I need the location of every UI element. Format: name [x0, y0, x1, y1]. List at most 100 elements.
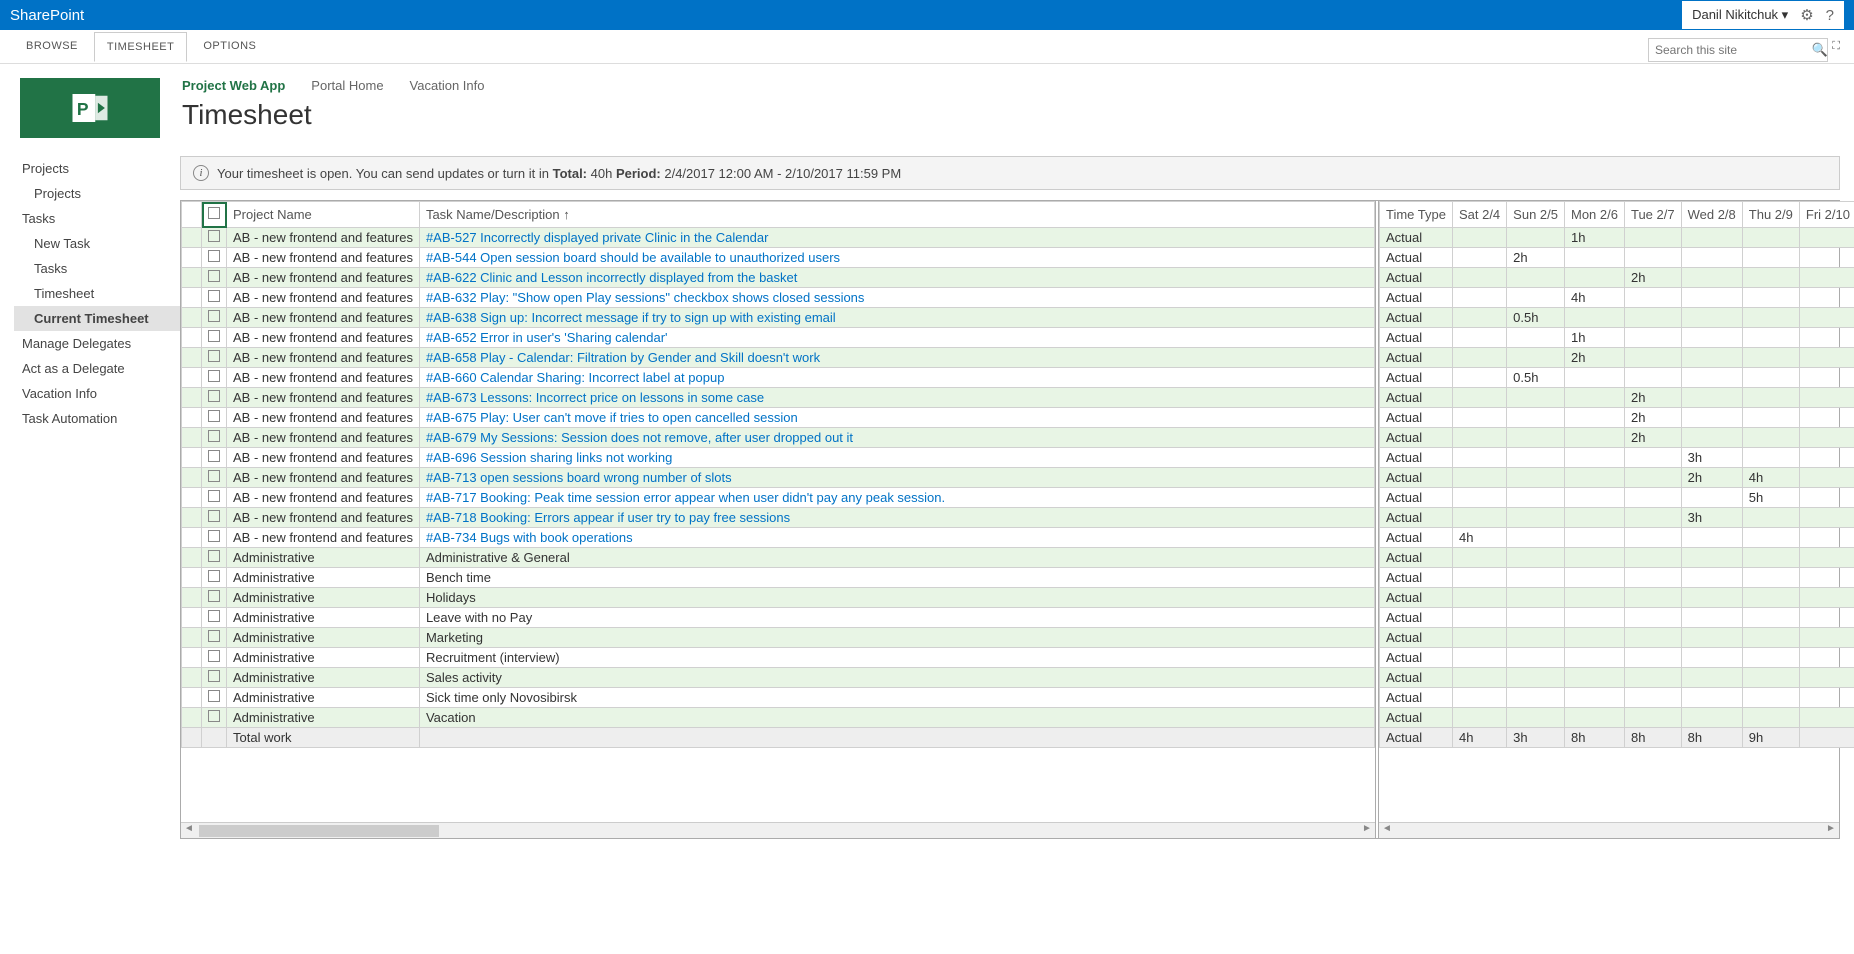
hour-cell[interactable]	[1624, 708, 1681, 728]
project-cell[interactable]: AB - new frontend and features	[227, 328, 420, 348]
hour-cell[interactable]	[1452, 628, 1506, 648]
ribbon-tab-timesheet[interactable]: TIMESHEET	[94, 32, 187, 62]
expand-cell[interactable]	[182, 228, 202, 248]
scroll-left-icon[interactable]: ◄	[181, 823, 197, 838]
hour-cell[interactable]	[1681, 228, 1742, 248]
hour-cell[interactable]	[1565, 268, 1625, 288]
row-checkbox-cell[interactable]	[202, 588, 227, 608]
table-row[interactable]: AB - new frontend and features#AB-652 Er…	[182, 328, 1375, 348]
hour-cell[interactable]	[1799, 388, 1854, 408]
expand-cell[interactable]	[182, 628, 202, 648]
hour-cell[interactable]	[1681, 708, 1742, 728]
hour-cell[interactable]	[1507, 528, 1565, 548]
hour-cell[interactable]	[1565, 248, 1625, 268]
hour-cell[interactable]	[1507, 708, 1565, 728]
task-cell[interactable]: #AB-658 Play - Calendar: Filtration by G…	[419, 348, 1374, 368]
hour-cell[interactable]	[1742, 428, 1799, 448]
hour-cell[interactable]	[1507, 608, 1565, 628]
hour-cell[interactable]	[1799, 268, 1854, 288]
row-checkbox-cell[interactable]	[202, 428, 227, 448]
task-cell[interactable]: Recruitment (interview)	[419, 648, 1374, 668]
hour-cell[interactable]	[1799, 328, 1854, 348]
nav-item[interactable]: Projects	[14, 156, 180, 181]
hour-cell[interactable]	[1624, 568, 1681, 588]
hour-cell[interactable]	[1681, 268, 1742, 288]
task-cell[interactable]: #AB-652 Error in user's 'Sharing calenda…	[419, 328, 1374, 348]
hour-cell[interactable]	[1799, 508, 1854, 528]
hour-cell[interactable]	[1742, 408, 1799, 428]
hour-cell[interactable]	[1681, 628, 1742, 648]
table-row[interactable]: AB - new frontend and features#AB-658 Pl…	[182, 348, 1375, 368]
task-cell[interactable]: #AB-544 Open session board should be ava…	[419, 248, 1374, 268]
table-row[interactable]: Actual	[1380, 588, 1854, 608]
timetype-cell[interactable]: Actual	[1380, 708, 1453, 728]
row-checkbox-cell[interactable]	[202, 448, 227, 468]
row-checkbox-cell[interactable]	[202, 608, 227, 628]
timetype-header[interactable]: Time Type	[1380, 202, 1453, 228]
hour-cell[interactable]	[1799, 528, 1854, 548]
gear-icon[interactable]: ⚙	[1800, 6, 1813, 24]
hour-cell[interactable]	[1681, 608, 1742, 628]
task-cell[interactable]: Sales activity	[419, 668, 1374, 688]
row-checkbox-cell[interactable]	[202, 468, 227, 488]
project-cell[interactable]: Administrative	[227, 548, 420, 568]
hour-cell[interactable]: 3h	[1681, 508, 1742, 528]
project-cell[interactable]: AB - new frontend and features	[227, 428, 420, 448]
hour-cell[interactable]	[1799, 588, 1854, 608]
hour-cell[interactable]	[1452, 308, 1506, 328]
task-cell[interactable]: #AB-673 Lessons: Incorrect price on less…	[419, 388, 1374, 408]
day-header[interactable]: Mon 2/6	[1565, 202, 1625, 228]
table-row[interactable]: AdministrativeSales activity	[182, 668, 1375, 688]
horizontal-scrollbar-left[interactable]: ◄ ►	[181, 822, 1375, 838]
hour-cell[interactable]	[1742, 648, 1799, 668]
row-checkbox-cell[interactable]	[202, 548, 227, 568]
hour-cell[interactable]	[1681, 348, 1742, 368]
hour-cell[interactable]	[1507, 228, 1565, 248]
hour-cell[interactable]	[1624, 668, 1681, 688]
table-row[interactable]: AB - new frontend and features#AB-717 Bo…	[182, 488, 1375, 508]
hour-cell[interactable]	[1507, 588, 1565, 608]
table-row[interactable]: Actual3h	[1380, 448, 1854, 468]
hour-cell[interactable]	[1681, 528, 1742, 548]
table-row[interactable]: AB - new frontend and features#AB-660 Ca…	[182, 368, 1375, 388]
nav-item[interactable]: New Task	[14, 231, 180, 256]
day-header[interactable]: Tue 2/7	[1624, 202, 1681, 228]
expand-cell[interactable]	[182, 468, 202, 488]
hour-cell[interactable]	[1507, 488, 1565, 508]
hour-cell[interactable]	[1565, 608, 1625, 628]
row-checkbox-cell[interactable]	[202, 568, 227, 588]
hour-cell[interactable]	[1565, 408, 1625, 428]
expand-cell[interactable]	[182, 308, 202, 328]
task-cell[interactable]: #AB-717 Booking: Peak time session error…	[419, 488, 1374, 508]
user-menu[interactable]: Danil Nikitchuk ▾	[1692, 7, 1788, 23]
nav-item[interactable]: Projects	[14, 181, 180, 206]
table-row[interactable]: Actual2h	[1380, 408, 1854, 428]
hour-cell[interactable]	[1742, 588, 1799, 608]
table-row[interactable]: AB - new frontend and features#AB-675 Pl…	[182, 408, 1375, 428]
timetype-cell[interactable]: Actual	[1380, 328, 1453, 348]
hour-cell[interactable]	[1507, 648, 1565, 668]
ribbon-tab-browse[interactable]: BROWSE	[14, 32, 90, 62]
table-row[interactable]: AB - new frontend and features#AB-696 Se…	[182, 448, 1375, 468]
search-icon[interactable]: 🔍	[1812, 42, 1828, 57]
hour-cell[interactable]	[1624, 528, 1681, 548]
project-cell[interactable]: Administrative	[227, 688, 420, 708]
hour-cell[interactable]	[1452, 568, 1506, 588]
table-row[interactable]: Actual2h	[1380, 248, 1854, 268]
expand-cell[interactable]	[182, 348, 202, 368]
expand-cell[interactable]	[182, 648, 202, 668]
task-cell[interactable]: Marketing	[419, 628, 1374, 648]
table-row[interactable]: Actual3h	[1380, 508, 1854, 528]
row-checkbox-cell[interactable]	[202, 648, 227, 668]
day-header[interactable]: Sun 2/5	[1507, 202, 1565, 228]
task-cell[interactable]: Leave with no Pay	[419, 608, 1374, 628]
task-cell[interactable]: Sick time only Novosibirsk	[419, 688, 1374, 708]
hour-cell[interactable]	[1507, 408, 1565, 428]
scroll-right-icon[interactable]: ►	[1359, 823, 1375, 838]
hour-cell[interactable]	[1507, 328, 1565, 348]
hour-cell[interactable]	[1742, 288, 1799, 308]
nav-item[interactable]: Manage Delegates	[14, 331, 180, 356]
project-cell[interactable]: AB - new frontend and features	[227, 248, 420, 268]
expand-cell[interactable]	[182, 328, 202, 348]
hour-cell[interactable]	[1624, 688, 1681, 708]
